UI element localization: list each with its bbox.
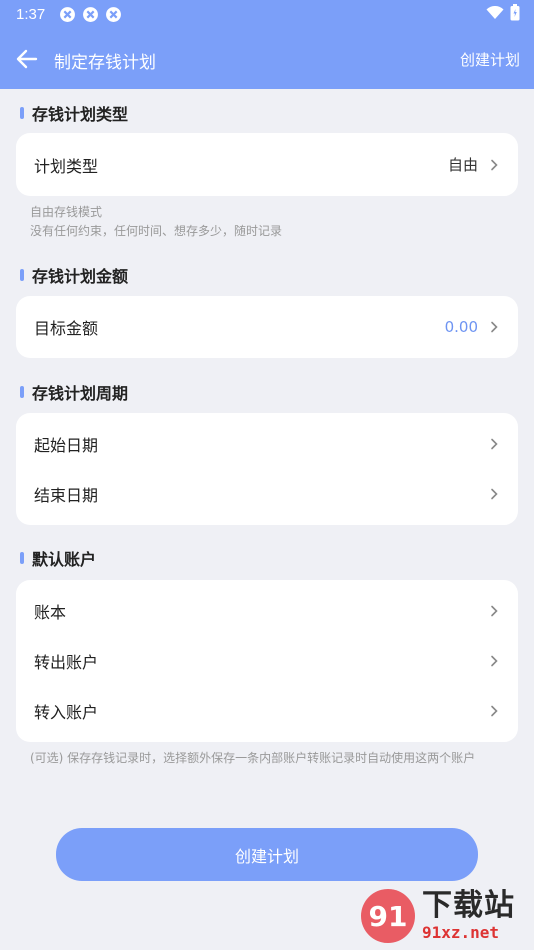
hint-line: 自由存钱模式	[30, 205, 103, 219]
section-marker	[20, 269, 24, 281]
account-hint: (可选) 保存存钱记录时，选择额外保存一条内部账户转账记录时自动使用这两个账户	[30, 751, 476, 765]
card-amount: 目标金额 0.00	[16, 296, 518, 358]
watermark-logo-text: 91	[369, 900, 408, 933]
row-label: 计划类型	[34, 156, 99, 176]
section-marker	[20, 386, 24, 398]
status-bar: 1:37	[16, 3, 122, 25]
section-title-text: 存钱计划周期	[32, 384, 129, 403]
watermark-url: 91xz.net	[422, 923, 500, 942]
section-title-amount: 存钱计划金额	[20, 264, 128, 286]
section-title-text: 默认账户	[32, 550, 97, 569]
status-indicators	[486, 4, 520, 21]
wifi-icon	[486, 5, 504, 19]
chevron-right-icon	[491, 438, 498, 450]
top-app-bar: 1:37 制定存钱计划 创建计划	[0, 0, 534, 89]
create-plan-button[interactable]: 创建计划	[56, 828, 478, 881]
watermark: 91 下载站 91xz.net	[358, 886, 530, 946]
section-title-account: 默认账户	[20, 547, 96, 569]
section-marker	[20, 552, 24, 564]
chevron-right-icon	[491, 655, 498, 667]
card-period: 起始日期 结束日期	[16, 413, 518, 525]
amount-value: 0.00	[444, 318, 478, 336]
battery-icon	[510, 4, 520, 21]
row-label: 转出账户	[34, 653, 99, 672]
nav-row: 制定存钱计划 创建计划	[0, 40, 534, 78]
hint-line: 没有任何约束，任何时间、想存多少，随时记录	[30, 224, 283, 238]
chevron-right-icon	[491, 321, 498, 333]
status-time: 1:37	[16, 5, 46, 23]
row-label: 目标金额	[34, 319, 99, 338]
chevron-right-icon	[491, 159, 498, 170]
card-account: 账本 转出账户 转入账户	[16, 580, 518, 742]
chevron-right-icon	[491, 488, 498, 500]
chevron-right-icon	[491, 705, 498, 717]
watermark-title: 下载站	[422, 888, 515, 923]
chevron-right-icon	[491, 605, 498, 617]
row-target-amount[interactable]: 目标金额 0.00	[16, 296, 518, 358]
row-transfer-in-account[interactable]: 转入账户	[16, 686, 518, 736]
row-start-date[interactable]: 起始日期	[16, 419, 518, 469]
arrow-left-icon	[16, 49, 38, 69]
notification-icon	[60, 6, 76, 22]
watermark-logo-icon: 91	[361, 889, 415, 943]
section-title-text: 存钱计划类型	[32, 105, 129, 124]
back-button[interactable]	[14, 46, 40, 72]
card-plan-type: 计划类型 自由	[16, 133, 518, 196]
section-marker	[20, 107, 24, 119]
notification-icon	[83, 6, 99, 22]
section-title-text: 存钱计划金额	[32, 267, 129, 286]
row-plan-type[interactable]: 计划类型 自由	[16, 133, 518, 196]
notification-icon	[106, 6, 122, 22]
watermark-text: 下载站 91xz.net	[422, 891, 515, 941]
row-label: 账本	[34, 603, 67, 622]
section-title-period: 存钱计划周期	[20, 381, 128, 403]
row-value: 自由	[447, 156, 478, 174]
section-title-type: 存钱计划类型	[20, 102, 128, 124]
row-transfer-out-account[interactable]: 转出账户	[16, 636, 518, 686]
row-ledger[interactable]: 账本	[16, 586, 518, 636]
row-label: 结束日期	[34, 486, 99, 505]
row-label: 起始日期	[34, 436, 99, 455]
create-plan-link[interactable]: 创建计划	[460, 49, 520, 70]
row-end-date[interactable]: 结束日期	[16, 469, 518, 519]
row-label: 转入账户	[34, 703, 99, 722]
plan-type-hint: 自由存钱模式 没有任何约束，任何时间、想存多少，随时记录	[30, 203, 510, 241]
page-title: 制定存钱计划	[54, 53, 156, 73]
